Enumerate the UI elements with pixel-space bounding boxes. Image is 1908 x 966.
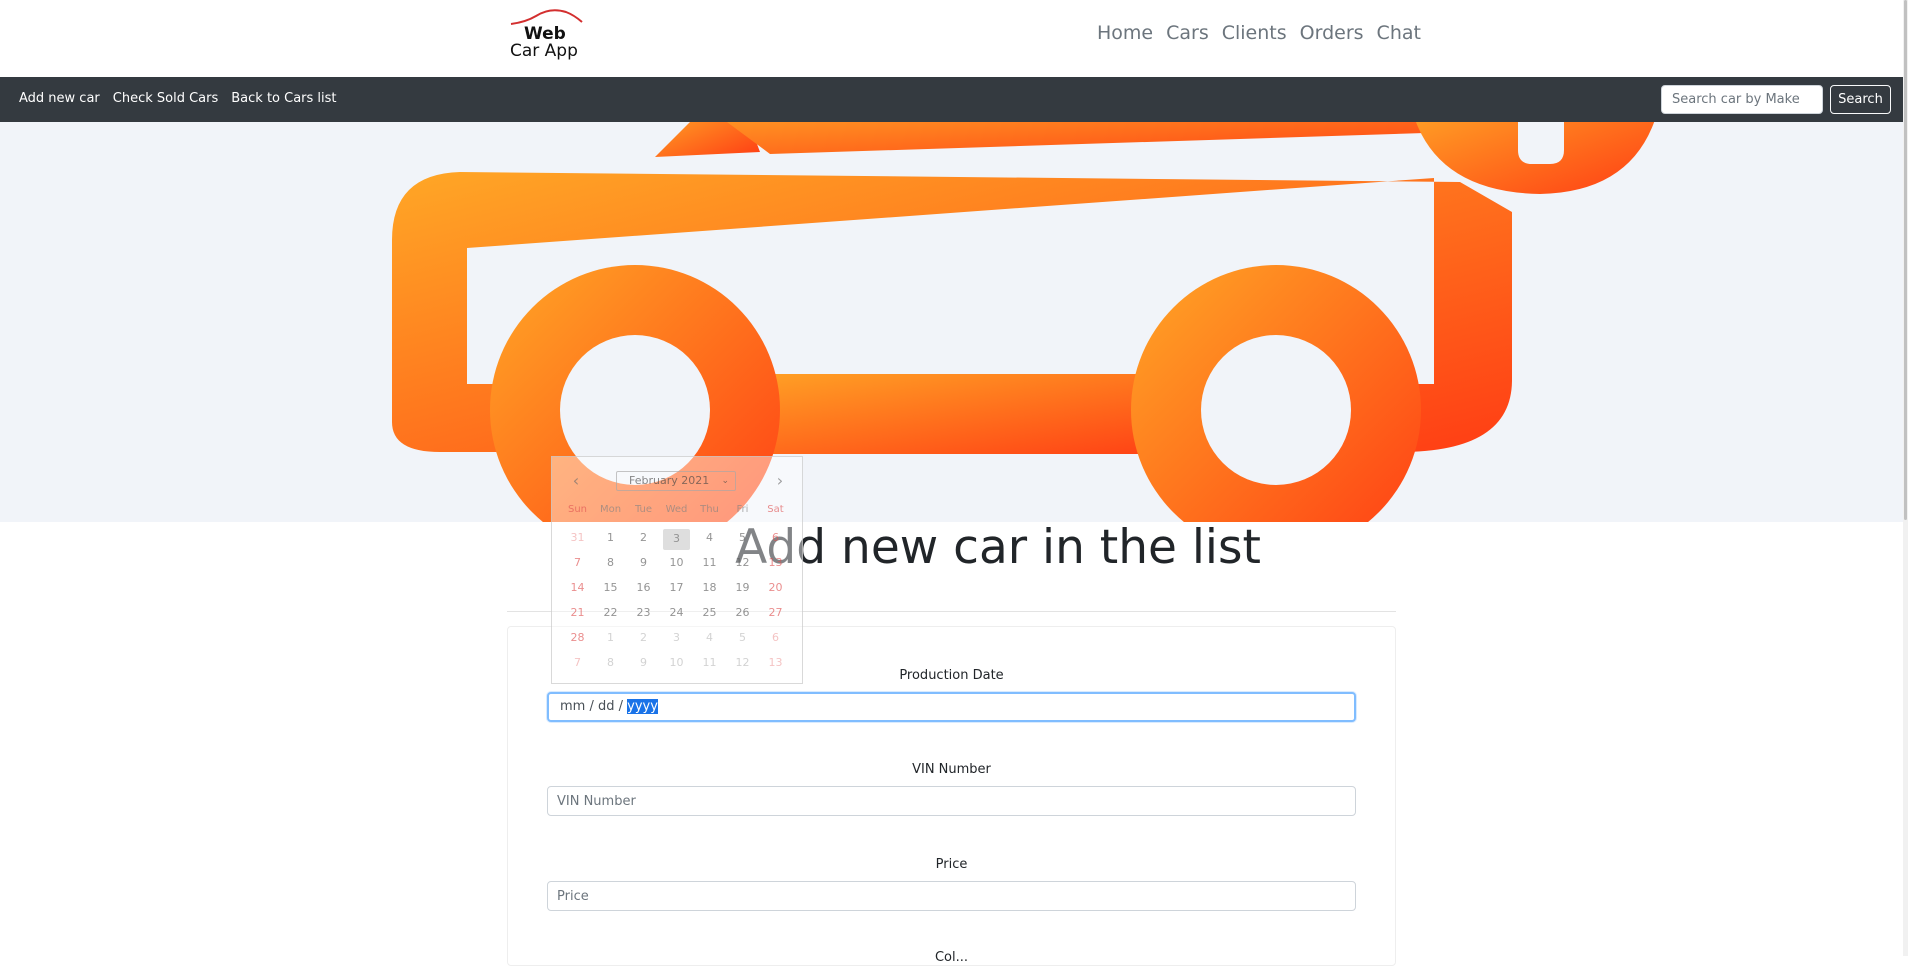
date-month-segment[interactable]: mm — [560, 699, 585, 714]
weekday-header: Sun — [567, 504, 588, 515]
next-field-label: Col... — [934, 950, 969, 965]
search-button[interactable]: Search — [1830, 85, 1891, 114]
month-label: February 2021 — [629, 474, 710, 487]
weekday-header: Wed — [665, 504, 688, 515]
nav-cars[interactable]: Cars — [1166, 22, 1209, 44]
calendar-day[interactable]: 2 — [627, 528, 660, 553]
nav-home[interactable]: Home — [1097, 22, 1153, 44]
calendar-day[interactable]: 18 — [693, 578, 726, 603]
calendar-day[interactable]: 6 — [759, 628, 792, 653]
calendar-day[interactable]: 21 — [561, 603, 594, 628]
hero-banner — [0, 122, 1903, 522]
calendar-day[interactable]: 4 — [693, 628, 726, 653]
brand-logo[interactable]: Web Car App — [508, 8, 588, 61]
calendar-day[interactable]: 10 — [660, 553, 693, 578]
calendar-day[interactable]: 13 — [759, 553, 792, 578]
calendar-day[interactable]: 4 — [693, 528, 726, 553]
price-label: Price — [935, 857, 968, 872]
date-day-segment[interactable]: dd — [598, 699, 615, 714]
calendar-day[interactable]: 7 — [561, 553, 594, 578]
calendar-day[interactable]: 7 — [561, 653, 594, 678]
calendar-day[interactable]: 3 — [660, 628, 693, 653]
brand-line-2: Car App — [510, 41, 578, 61]
calendar-day[interactable]: 11 — [693, 653, 726, 678]
add-new-car-link[interactable]: Add new car — [19, 91, 100, 106]
chevron-down-icon: ⌄ — [721, 476, 729, 486]
weekday-header: Thu — [700, 504, 719, 515]
calendar-day[interactable]: 20 — [759, 578, 792, 603]
vin-input[interactable] — [547, 786, 1356, 816]
nav-chat[interactable]: Chat — [1377, 22, 1421, 44]
car-illustration-icon — [392, 122, 1655, 522]
calendar-day[interactable]: 12 — [726, 553, 759, 578]
top-header: Web Car App Home Cars Clients Orders Cha… — [0, 0, 1908, 77]
calendar-day[interactable]: 26 — [726, 603, 759, 628]
calendar-day[interactable]: 16 — [627, 578, 660, 603]
calendar-grid: Sun Mon Tue Wed Thu Fri Sat 31 1 2 3 4 5 6 7 8 9 10 11 12 13… — [561, 503, 792, 678]
calendar-day[interactable]: 27 — [759, 603, 792, 628]
secondary-nav: Add new car Check Sold Cars Back to Cars… — [0, 77, 1903, 122]
prev-month-icon[interactable]: ‹ — [566, 471, 586, 491]
scrollbar-thumb[interactable] — [1904, 0, 1907, 520]
price-input[interactable] — [547, 881, 1356, 911]
main-nav: Home Cars Clients Orders Chat — [1097, 22, 1421, 44]
calendar-day[interactable]: 19 — [726, 578, 759, 603]
calendar-day[interactable]: 24 — [660, 603, 693, 628]
calendar-day[interactable]: 10 — [660, 653, 693, 678]
month-select[interactable]: February 2021 ⌄ — [616, 471, 736, 491]
calendar-day[interactable]: 5 — [726, 528, 759, 553]
calendar-day[interactable]: 22 — [594, 603, 627, 628]
production-date-field[interactable]: mm / dd / yyyy — [547, 692, 1356, 722]
calendar-day[interactable]: 31 — [561, 528, 594, 553]
nav-orders[interactable]: Orders — [1300, 22, 1364, 44]
search-input[interactable] — [1661, 85, 1823, 114]
weekday-header: Sat — [767, 504, 784, 515]
calendar-day[interactable]: 5 — [726, 628, 759, 653]
calendar-day[interactable]: 14 — [561, 578, 594, 603]
weekday-header: Mon — [599, 504, 622, 515]
calendar-day[interactable]: 25 — [693, 603, 726, 628]
calendar-day[interactable]: 9 — [627, 553, 660, 578]
calendar-day[interactable]: 9 — [627, 653, 660, 678]
calendar-day[interactable]: 13 — [759, 653, 792, 678]
calendar-day[interactable]: 11 — [693, 553, 726, 578]
calendar-day[interactable]: 8 — [594, 553, 627, 578]
check-sold-cars-link[interactable]: Check Sold Cars — [113, 91, 219, 106]
back-to-cars-link[interactable]: Back to Cars list — [231, 91, 336, 106]
nav-clients[interactable]: Clients — [1222, 22, 1287, 44]
weekday-header: Fri — [736, 504, 749, 515]
calendar-day[interactable]: 1 — [594, 628, 627, 653]
calendar-day[interactable]: 12 — [726, 653, 759, 678]
calendar-day[interactable]: 1 — [594, 528, 627, 553]
weekday-header: Tue — [634, 504, 653, 515]
date-picker-popup: ‹ February 2021 ⌄ › Sun Mon Tue Wed Thu Fri Sat… — [551, 456, 803, 684]
calendar-day[interactable]: 8 — [594, 653, 627, 678]
calendar-day[interactable]: 15 — [594, 578, 627, 603]
calendar-day[interactable]: 2 — [627, 628, 660, 653]
calendar-day[interactable]: 23 — [627, 603, 660, 628]
calendar-day[interactable]: 6 — [759, 528, 792, 553]
page-title: Add new car in the list — [735, 520, 1261, 575]
vin-label: VIN Number — [912, 762, 991, 777]
calendar-day[interactable]: 28 — [561, 628, 594, 653]
next-month-icon[interactable]: › — [770, 471, 790, 491]
calendar-day[interactable]: 17 — [660, 578, 693, 603]
calendar-day[interactable]: 3 — [663, 529, 690, 550]
date-year-segment[interactable]: yyyy — [627, 699, 658, 714]
